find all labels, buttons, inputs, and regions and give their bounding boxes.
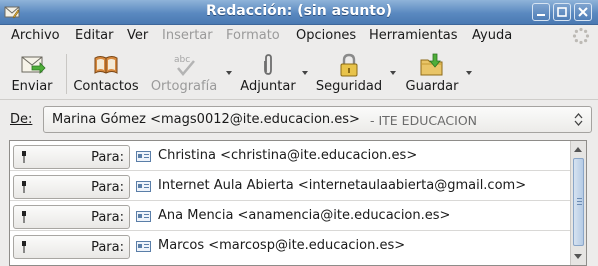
security-label: Seguridad [315,79,383,94]
recipient-row: Para: Christina <christina@ite.educacion… [10,142,570,171]
toolbar-separator [66,54,67,94]
recipient-address[interactable]: Ana Mencia <anamencia@ite.educacion.es> [158,208,450,223]
save-folder-icon [420,53,443,76]
security-button[interactable]: Seguridad [312,48,386,100]
recipient-address[interactable]: Internet Aula Abierta <internetaulaabier… [158,178,526,193]
scroll-up-arrow-icon[interactable] [574,147,582,152]
send-label: Enviar [11,79,53,94]
recipient-row: Para: Internet Aula Abierta <internetaul… [10,172,570,201]
recipient-type-select[interactable]: Para: [13,175,130,199]
contacts-button[interactable]: Contactos [70,48,142,100]
svg-text:abc: abc [174,55,190,65]
contact-card-icon [136,241,151,252]
scroll-down-arrow-icon[interactable] [574,254,582,259]
recipient-row: Para: Ana Mencia <anamencia@ite.educacio… [10,202,570,231]
recipient-type-label: Para: [91,180,124,195]
activity-throbber-icon [572,27,590,45]
menu-archivo[interactable]: Archivo [11,28,60,43]
thumb-grip [577,201,582,202]
menu-bar: Archivo Editar Ver Insertar Formato Opci… [0,25,598,47]
maximize-icon [557,7,567,17]
window-title: Redacción: (sin asunto) [206,3,392,19]
pushpin-icon [22,211,26,223]
send-mail-icon [21,56,46,74]
spelling-button[interactable]: abc Ortografía [146,48,222,100]
minimize-icon [537,14,545,16]
close-icon [578,7,588,17]
close-button[interactable] [574,3,592,21]
recipient-type-select[interactable]: Para: [13,205,130,229]
menu-ayuda[interactable]: Ayuda [472,28,512,43]
contact-card-icon [136,181,151,192]
pushpin-icon [22,151,26,163]
from-label: De: [10,112,33,127]
attach-dropdown-arrow-icon[interactable] [302,71,308,75]
recipient-address[interactable]: Christina <christina@ite.educacion.es> [158,148,417,163]
send-button[interactable]: Enviar [4,48,60,100]
spelling-label: Ortografía [150,79,218,94]
from-value: Marina Gómez <mags0012@ite.educacion.es> [52,112,360,127]
title-bar: Redacción: (sin asunto) [0,0,598,25]
select-arrows-icon [574,113,583,126]
menu-formato[interactable]: Formato [226,28,280,43]
recipient-row: Para: Marcos <marcosp@ite.educacion.es> [10,232,570,261]
recipient-type-label: Para: [91,240,124,255]
contacts-label: Contactos [73,79,139,94]
attach-label: Adjuntar [240,79,296,94]
padlock-icon [340,53,358,77]
from-account-name: - ITE EDUCACION [370,113,478,128]
thumb-grip [577,204,582,205]
thumb-grip [577,198,582,199]
menu-opciones[interactable]: Opciones [296,28,356,43]
spellcheck-icon: abc [174,55,195,76]
paperclip-icon [264,54,272,75]
menu-herramientas[interactable]: Herramientas [369,28,458,43]
menu-insertar[interactable]: Insertar [162,28,213,43]
address-book-icon [94,56,118,74]
menu-ver[interactable]: Ver [127,28,148,43]
attach-button[interactable]: Adjuntar [236,48,300,100]
menu-editar[interactable]: Editar [75,28,114,43]
recipient-address[interactable]: Marcos <marcosp@ite.educacion.es> [158,238,405,253]
from-account-select[interactable]: Marina Gómez <mags0012@ite.educacion.es>… [43,106,592,133]
maximize-button[interactable] [553,3,571,21]
pushpin-icon [22,241,26,253]
recipient-type-label: Para: [91,210,124,225]
save-button[interactable]: Guardar [400,48,464,100]
save-label: Guardar [405,79,459,94]
pushpin-icon [22,181,26,193]
recipient-scrollbar[interactable] [570,141,586,265]
compose-toolbar: Enviar Contactos abc Ortografía Adjuntar… [0,48,598,100]
save-dropdown-arrow-icon[interactable] [466,71,472,75]
contact-card-icon [136,211,151,222]
spelling-dropdown-arrow-icon[interactable] [226,71,232,75]
minimize-button[interactable] [532,3,550,21]
contact-card-icon [136,151,151,162]
recipient-type-select[interactable]: Para: [13,145,130,169]
security-dropdown-arrow-icon[interactable] [390,71,396,75]
recipient-list: Para: Christina <christina@ite.educacion… [9,140,587,266]
scroll-thumb[interactable] [573,158,584,246]
recipient-type-select[interactable]: Para: [13,235,130,259]
recipient-type-label: Para: [91,150,124,165]
